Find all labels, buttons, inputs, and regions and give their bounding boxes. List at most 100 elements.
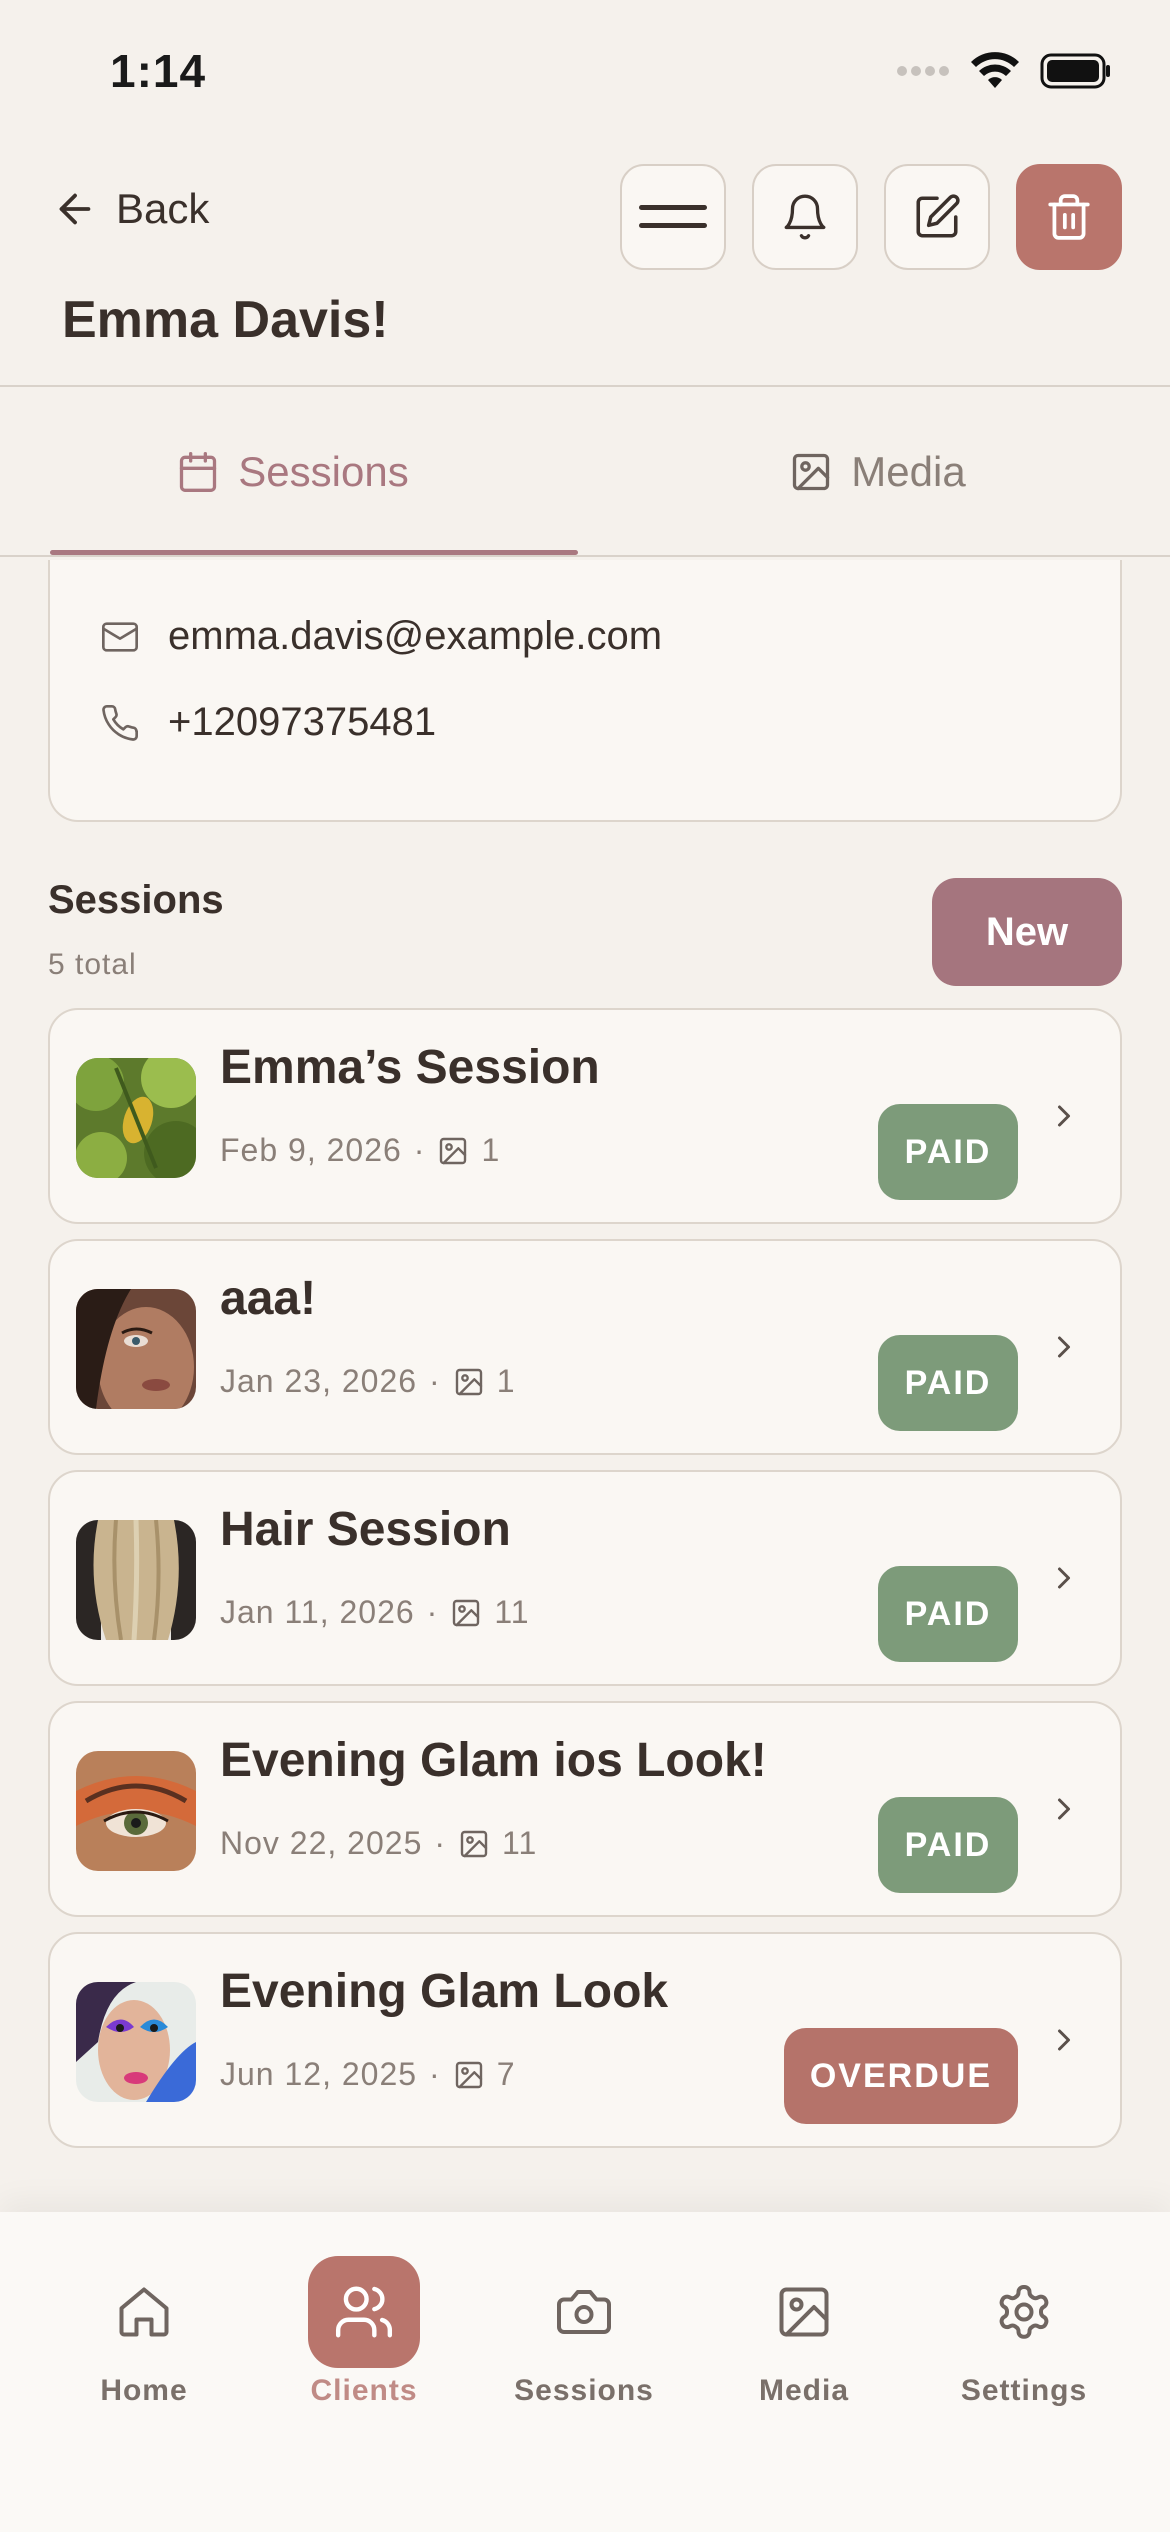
contact-phone: +12097375481 bbox=[168, 700, 437, 744]
session-card[interactable]: Evening Glam Look Jun 12, 2025 · 7 OVERD… bbox=[48, 1932, 1122, 2148]
chevron-right-icon bbox=[1046, 2022, 1082, 2058]
contact-card: emma.davis@example.com +12097375481 bbox=[48, 560, 1122, 822]
nav-media[interactable]: Media bbox=[714, 2256, 894, 2408]
menu-button[interactable] bbox=[620, 164, 726, 270]
bell-icon bbox=[780, 192, 830, 242]
menu-icon bbox=[637, 202, 709, 232]
users-icon bbox=[308, 2256, 420, 2368]
session-media-count: 1 bbox=[481, 1132, 501, 1168]
meta-separator: · bbox=[426, 1594, 439, 1630]
session-card[interactable]: Emma’s Session Feb 9, 2026 · 1 PAID bbox=[48, 1008, 1122, 1224]
status-badge: OVERDUE bbox=[783, 2028, 1018, 2124]
arrow-left-icon bbox=[52, 186, 98, 232]
status-icons bbox=[896, 52, 1112, 90]
session-meta: Jan 11, 2026 · 11 bbox=[220, 1594, 530, 1631]
nav-media-label: Media bbox=[758, 2374, 850, 2407]
session-card[interactable]: Evening Glam ios Look! Nov 22, 2025 · 11… bbox=[48, 1701, 1122, 1917]
session-media-count: 7 bbox=[496, 2056, 516, 2092]
edit-icon bbox=[912, 192, 962, 242]
sessions-section-title: Sessions bbox=[48, 878, 224, 922]
back-label: Back bbox=[116, 185, 210, 232]
status-bar: 1:14 bbox=[0, 0, 1170, 140]
tab-bar: Sessions Media bbox=[0, 387, 1170, 557]
status-time: 1:14 bbox=[110, 45, 207, 97]
mail-icon bbox=[100, 617, 140, 657]
session-title: Evening Glam ios Look! bbox=[220, 1734, 767, 1787]
header-actions bbox=[620, 164, 1122, 270]
trash-icon bbox=[1044, 192, 1094, 242]
new-session-button[interactable]: New bbox=[932, 878, 1122, 986]
chevron-right-icon bbox=[1046, 1329, 1082, 1365]
image-icon bbox=[458, 1828, 490, 1860]
session-title: Emma’s Session bbox=[220, 1041, 600, 1094]
wifi-icon bbox=[970, 52, 1020, 90]
delete-button[interactable] bbox=[1016, 164, 1122, 270]
meta-separator: · bbox=[413, 1132, 426, 1168]
sessions-count: 5 total bbox=[48, 948, 137, 981]
image-icon bbox=[789, 450, 833, 494]
meta-separator: · bbox=[434, 1825, 447, 1861]
session-thumbnail bbox=[76, 1289, 196, 1409]
nav-sessions[interactable]: Sessions bbox=[494, 2256, 674, 2408]
session-thumbnail bbox=[76, 1751, 196, 1871]
phone-icon bbox=[100, 703, 140, 743]
session-title: aaa! bbox=[220, 1272, 317, 1325]
session-date: Jan 23, 2026 bbox=[220, 1363, 418, 1399]
signal-icon bbox=[896, 64, 950, 78]
session-thumbnail bbox=[76, 1058, 196, 1178]
meta-separator: · bbox=[429, 1363, 441, 1399]
gear-icon bbox=[968, 2256, 1080, 2368]
chevron-right-icon bbox=[1046, 1560, 1082, 1596]
edit-button[interactable] bbox=[884, 164, 990, 270]
bottom-nav: Home Clients Sessions Media Settings bbox=[0, 2212, 1170, 2532]
nav-settings-label: Settings bbox=[960, 2374, 1088, 2407]
session-card[interactable]: aaa! Jan 23, 2026 · 1 PAID bbox=[48, 1239, 1122, 1455]
session-date: Jun 12, 2025 bbox=[220, 2056, 418, 2092]
tabs-divider bbox=[0, 555, 1170, 557]
notifications-button[interactable] bbox=[752, 164, 858, 270]
status-badge: PAID bbox=[878, 1797, 1018, 1893]
image-icon bbox=[450, 1597, 482, 1629]
home-icon bbox=[88, 2256, 200, 2368]
tab-sessions-label: Sessions bbox=[238, 448, 409, 495]
tab-media[interactable]: Media bbox=[585, 387, 1170, 557]
nav-home-label: Home bbox=[100, 2374, 188, 2407]
session-date: Feb 9, 2026 bbox=[220, 1132, 402, 1168]
image-icon bbox=[453, 2059, 485, 2091]
session-meta: Jan 23, 2026 · 1 bbox=[220, 1363, 516, 1400]
session-date: Jan 11, 2026 bbox=[220, 1594, 415, 1630]
meta-separator: · bbox=[429, 2056, 441, 2092]
back-button[interactable]: Back bbox=[52, 185, 209, 233]
session-card[interactable]: Hair Session Jan 11, 2026 · 11 PAID bbox=[48, 1470, 1122, 1686]
tab-sessions[interactable]: Sessions bbox=[0, 387, 585, 557]
image-icon bbox=[453, 1366, 485, 1398]
session-title: Evening Glam Look bbox=[220, 1965, 669, 2018]
nav-clients[interactable]: Clients bbox=[274, 2256, 454, 2408]
page-title: Emma Davis! bbox=[62, 291, 389, 349]
nav-home[interactable]: Home bbox=[54, 2256, 234, 2408]
chevron-right-icon bbox=[1046, 1791, 1082, 1827]
session-media-count: 1 bbox=[496, 1363, 516, 1399]
battery-icon bbox=[1040, 53, 1112, 89]
session-meta: Jun 12, 2025 · 7 bbox=[220, 2056, 516, 2093]
session-title: Hair Session bbox=[220, 1503, 511, 1556]
session-meta: Feb 9, 2026 · 1 bbox=[220, 1132, 500, 1169]
status-badge: PAID bbox=[878, 1104, 1018, 1200]
calendar-icon bbox=[176, 450, 220, 494]
session-thumbnail bbox=[76, 1982, 196, 2102]
session-date: Nov 22, 2025 bbox=[220, 1825, 423, 1861]
session-media-count: 11 bbox=[494, 1594, 530, 1630]
session-media-count: 11 bbox=[502, 1825, 538, 1861]
nav-settings[interactable]: Settings bbox=[934, 2256, 1114, 2408]
contact-email-row[interactable]: emma.davis@example.com bbox=[100, 614, 662, 659]
chevron-right-icon bbox=[1046, 1098, 1082, 1134]
status-badge: PAID bbox=[878, 1335, 1018, 1431]
session-meta: Nov 22, 2025 · 11 bbox=[220, 1825, 537, 1862]
nav-sessions-label: Sessions bbox=[514, 2374, 654, 2407]
image-icon bbox=[437, 1135, 469, 1167]
camera-icon bbox=[528, 2256, 640, 2368]
session-thumbnail bbox=[76, 1520, 196, 1640]
contact-phone-row[interactable]: +12097375481 bbox=[100, 700, 436, 745]
contact-email: emma.davis@example.com bbox=[168, 614, 663, 658]
status-badge: PAID bbox=[878, 1566, 1018, 1662]
